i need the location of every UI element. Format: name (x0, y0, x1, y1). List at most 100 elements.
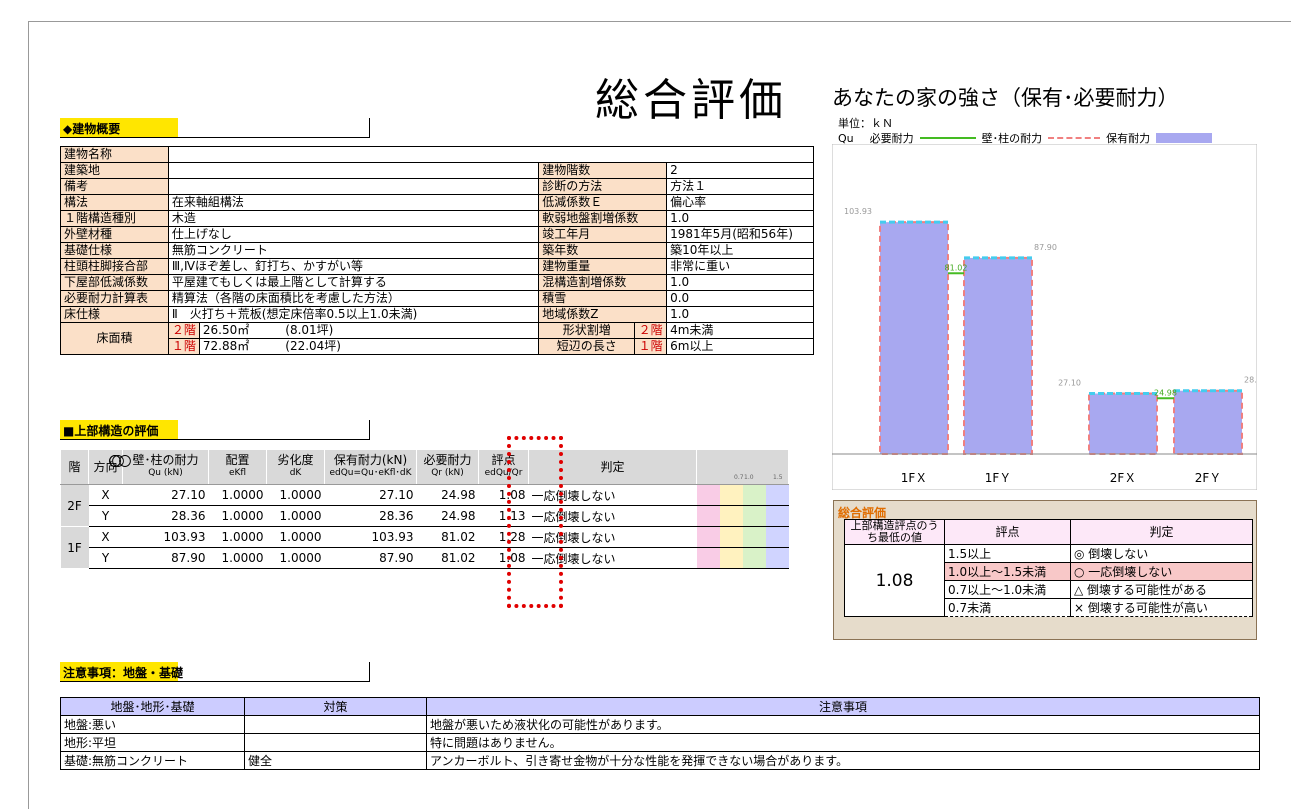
table-row: 2F X 27.10 1.0000 1.0000 27.10 24.98 1.08 一応倒壊しな… (60, 455, 789, 527)
overview-label2: 竣工年月 (538, 226, 668, 243)
row-edqu: 27.10 (324, 484, 417, 506)
overview-label: 建物名称 (60, 146, 169, 163)
chart-need-label: 81.02 (945, 263, 968, 272)
overview-row: 構法 在来軸組構法 低減係数Ｅ 偏心率 (60, 194, 814, 211)
notes-cell: 地形:平坦 (60, 733, 245, 752)
row-judge-bar: 〇 (109, 455, 789, 506)
summary-judge: × 倒壊する可能性が高い (1070, 598, 1253, 617)
chart-bar-label: 27.10 (1058, 379, 1081, 388)
upper-table: 階 方向 壁･柱の耐力 Qu (kN) 配置 eKfl 劣化度 dK 保有耐力(kN)… (60, 449, 789, 569)
overview-value2: 偏心率 (666, 194, 814, 211)
overview-label2: 建物重量 (538, 258, 668, 275)
overview-label2: 診断の方法 (538, 178, 668, 195)
chart-tick-label: 2FＹ (1195, 471, 1222, 485)
row-dk: 1.0000 (266, 547, 325, 569)
row-qr: 81.02 (416, 547, 479, 569)
overview-value (167, 178, 540, 195)
page-title: 総合評価 (595, 75, 787, 126)
summary-col2: 評点 (944, 519, 1071, 545)
overview-row: 建物名称 (60, 146, 815, 163)
legend-need-swatch (919, 137, 976, 139)
overview-value: 平屋建てもしくは最上階として計算する (167, 274, 540, 291)
row-floor: 1F (60, 526, 89, 569)
overview-label: 床仕様 (60, 306, 169, 323)
overview-label: 外壁材種 (60, 226, 169, 243)
row-qu: 28.36 (122, 505, 209, 527)
notes-row: 基礎:無筋コンクリート 健全 アンカーボルト、引き寄せ金物が十分な性能を発揮できない… (60, 751, 1260, 770)
judge-mark: 〇 (108, 454, 122, 470)
overview-value: Ⅱ 火打ち＋荒板(想定床倍率0.5以上1.0未満) (167, 306, 540, 323)
notes-row: 地形:平坦 特に問題はありません。 (60, 733, 1260, 752)
header-layout: 配置 eKfl (208, 449, 267, 485)
scale-15: 1.5 (773, 474, 783, 481)
overview-label: 下屋部低減係数 (60, 274, 169, 291)
row-judge-bar: 〇 (112, 455, 789, 527)
table-row: Y 87.90 1.0000 1.0000 87.90 81.02 1.08 一応倒壊しない〇 (61, 455, 789, 569)
overview-label: 柱頭柱脚接合部 (60, 258, 169, 275)
legend-qu: Qu (838, 131, 854, 145)
overview-label: 備考 (60, 178, 169, 195)
overview-label2: 低減係数Ｅ (538, 194, 668, 211)
row-ekfl: 1.0000 (208, 547, 267, 569)
chart-bar-label: 103.93 (844, 207, 872, 216)
notes-cell: 地盤が悪いため液状化の可能性があります。 (426, 715, 1260, 734)
short-floor: １階 (634, 338, 668, 355)
notes-cell: アンカーボルト、引き寄せ金物が十分な性能を発揮できない場合があります。 (426, 751, 1260, 770)
overview-label: 構法 (60, 194, 169, 211)
header-need: 必要耐力 Qr (kN) (416, 449, 479, 485)
row-dir: X (88, 484, 123, 506)
row-qr: 24.98 (416, 484, 479, 506)
summary-judge: △ 倒壊する可能性がある (1070, 580, 1253, 599)
notes-header-measure: 対策 (244, 697, 427, 716)
row-dir: Y (88, 505, 123, 527)
row-ekfl: 1.0000 (208, 526, 267, 548)
overview-value (167, 146, 815, 163)
row-dk: 1.0000 (266, 526, 325, 548)
row-edqu: 103.93 (324, 526, 417, 548)
shape-floor: ２階 (634, 322, 668, 339)
overview-value: 仕上げなし (167, 226, 540, 243)
floor2-value: 26.50㎡ (8.01坪) (198, 322, 540, 339)
row-edqu: 87.90 (324, 547, 417, 569)
shape-label: 形状割増 (538, 322, 636, 339)
overview-value: 精算法（各階の床面積比を考慮した方法） (167, 290, 540, 307)
overview-label: 必要耐力計算表 (60, 290, 169, 307)
floor-area-label: 床面積 (60, 322, 169, 355)
legend-hold-swatch (1156, 133, 1213, 143)
chart-bar-hold (880, 222, 948, 454)
overview-value2: 1.0 (666, 306, 814, 323)
row-dir: X (88, 526, 123, 548)
row-edqu: 28.36 (324, 505, 417, 527)
chart-bar-hold (964, 257, 1032, 454)
chart-need-label: 24.98 (1154, 388, 1177, 397)
row-judge-bar: 〇 (119, 455, 789, 548)
chart-title: あなたの家の強さ（保有･必要耐力） (832, 86, 1179, 110)
overview-label: 建築地 (60, 162, 169, 179)
overview-row: 基礎仕様 無筋コンクリート 築年数 築10年以上 (60, 242, 814, 259)
floor1-value: 72.88㎡ (22.04坪) (198, 338, 540, 355)
overview-value2: 1.0 (666, 210, 814, 227)
table-row: Y 28.36 1.0000 1.0000 28.36 24.98 1.13 一応倒壊しない〇 (61, 455, 789, 527)
overview-value: 無筋コンクリート (167, 242, 540, 259)
overview-value2: 2 (666, 162, 814, 179)
short-label: 短辺の長さ (538, 338, 636, 355)
scale-10: 1.0 (744, 474, 754, 481)
header-scale: 0.7 1.0 1.5 (696, 449, 789, 485)
overview-row: 床仕様 Ⅱ 火打ち＋荒板(想定床倍率0.5以上1.0未満) 地域係数Z 1.0 (60, 306, 814, 323)
notes-cell: 健全 (244, 751, 427, 770)
overview-label2: 建物階数 (538, 162, 668, 179)
overview-value: 在来軸組構法 (167, 194, 540, 211)
notes-header-ground: 地盤･地形･基礎 (60, 697, 245, 716)
row-qr: 24.98 (416, 505, 479, 527)
summary-judge: ◎ 倒壊しない (1070, 544, 1253, 563)
summary-col3: 判定 (1070, 519, 1253, 545)
summary-col1: 上部構造評点のうち最低の値 (844, 519, 945, 545)
chart-bar-label: 28.36 (1244, 376, 1257, 385)
overview-row: 建築地 建物階数 2 (60, 162, 814, 179)
scale-07: 0.7 (734, 474, 744, 481)
overview-value (167, 162, 540, 179)
summary-range: 0.7以上～1.0未満 (944, 580, 1071, 599)
chart-tick-label: 1FＸ (901, 471, 928, 485)
overview-label2: 地域係数Z (538, 306, 668, 323)
header-deter: 劣化度 dK (266, 449, 325, 485)
